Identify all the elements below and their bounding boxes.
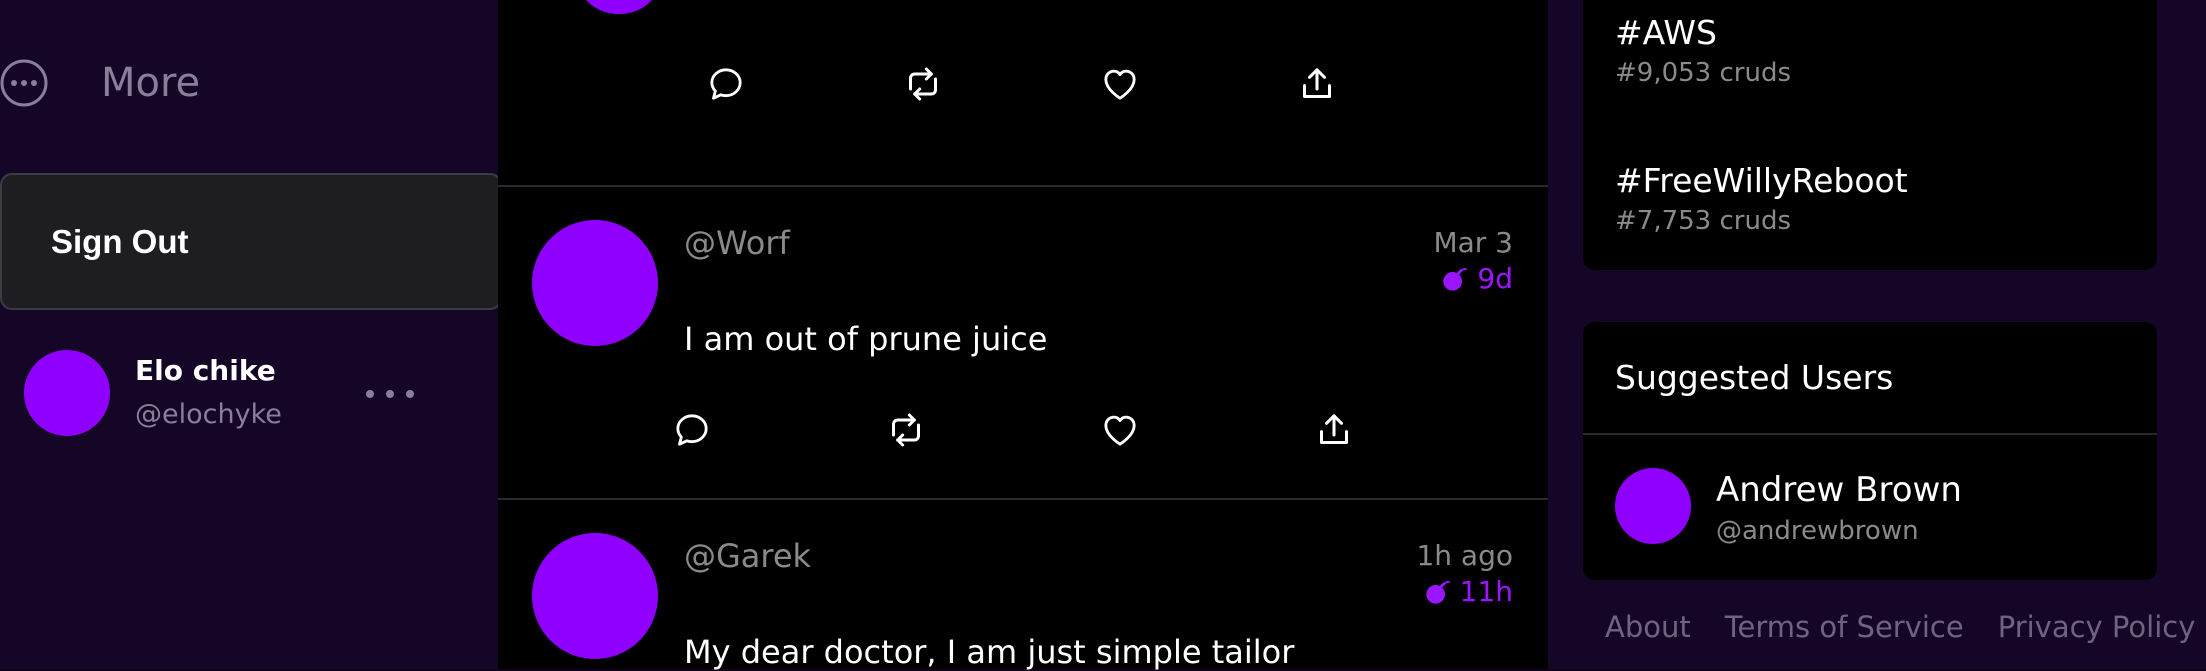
trend-count: #7,753 cruds [1615, 206, 1791, 236]
avatar [24, 350, 110, 436]
dot-icon [386, 390, 394, 398]
crud-feed: @Worf Mar 3 9d I am out of prune juice @… [498, 0, 1548, 671]
footer-link-about[interactable]: About [1605, 610, 1691, 644]
repost-icon[interactable] [903, 64, 943, 104]
crud-divider [498, 498, 1548, 500]
like-icon[interactable] [1100, 64, 1140, 104]
dot-icon [366, 390, 374, 398]
right-sidebar: #AWS #9,053 cruds #FreeWillyReboot #7,75… [1548, 0, 2206, 669]
avatar[interactable] [532, 220, 658, 346]
sign-out-button[interactable]: Sign Out [51, 223, 188, 261]
profile-info[interactable]: Elo chike @elochyke [24, 350, 464, 436]
trending-card: #AWS #9,053 cruds #FreeWillyReboot #7,75… [1583, 0, 2157, 270]
profile-more-button[interactable] [366, 376, 414, 412]
like-icon[interactable] [1100, 410, 1140, 450]
card-divider [1583, 433, 2157, 435]
left-sidebar: More Sign Out Elo chike @elochyke [0, 0, 502, 669]
profile-display-name: Elo chike [135, 354, 276, 387]
share-icon[interactable] [1297, 64, 1337, 104]
suggested-user-handle: @andrewbrown [1716, 516, 1919, 546]
trend-tag[interactable]: #FreeWillyReboot [1615, 161, 1908, 200]
crud-expiry-label: 9d [1477, 262, 1513, 295]
suggested-user-name[interactable]: Andrew Brown [1716, 470, 1962, 510]
crud-date: 1h ago [1416, 539, 1513, 572]
crud-date: Mar 3 [1433, 226, 1513, 259]
share-icon[interactable] [1314, 410, 1354, 450]
dot-icon [406, 390, 414, 398]
crud-divider [498, 185, 1548, 187]
crud-handle[interactable]: @Garek [684, 537, 811, 575]
crud-expiry-label: 11h [1459, 575, 1513, 608]
reply-icon[interactable] [706, 64, 746, 104]
bomb-icon [1424, 578, 1452, 606]
footer-link-privacy[interactable]: Privacy Policy [1998, 610, 2196, 644]
crud-message: I am out of prune juice [684, 320, 1048, 358]
bomb-icon [1441, 265, 1469, 293]
footer-link-terms[interactable]: Terms of Service [1725, 610, 1964, 644]
repost-icon[interactable] [886, 410, 926, 450]
crud-handle[interactable]: @Worf [684, 224, 790, 262]
suggested-users-title: Suggested Users [1615, 358, 1894, 397]
suggested-users-card: Suggested Users Andrew Brown @andrewbrow… [1583, 322, 2157, 580]
avatar[interactable] [1615, 468, 1691, 544]
profile-menu-popup: Sign Out [0, 173, 502, 310]
profile-handle: @elochyke [135, 399, 282, 430]
crud-expiry: 11h [1424, 575, 1513, 608]
crud-expiry: 9d [1441, 262, 1513, 295]
crud-message: My dear doctor, I am just simple tailor [684, 633, 1295, 671]
nav-item-more[interactable]: More [0, 55, 200, 111]
more-icon [0, 59, 48, 107]
reply-icon[interactable] [672, 410, 712, 450]
avatar[interactable] [532, 533, 658, 659]
avatar [578, 0, 660, 14]
trend-tag[interactable]: #AWS [1615, 13, 1717, 52]
nav-item-more-label: More [101, 60, 201, 106]
trend-count: #9,053 cruds [1615, 58, 1791, 88]
footer-links: About Terms of Service Privacy Policy [1605, 610, 2195, 644]
